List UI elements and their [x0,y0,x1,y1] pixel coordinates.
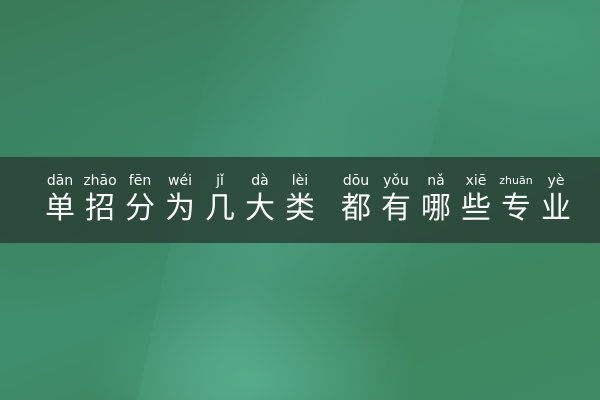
hanzi: 些 [461,191,491,226]
hanzi: 分 [125,191,155,226]
title-syllable: dōu 都 [336,173,376,227]
pinyin: jǐ [216,173,224,189]
hanzi: 有 [381,191,411,226]
title-banner: dān 单 zhāo 招 fēn 分 wéi 为 jǐ 几 dà 大 lèi 类… [0,157,600,243]
pinyin: lèi [291,173,309,189]
title-syllable: dān 单 [40,173,80,227]
title-syllable: jǐ 几 [200,173,240,227]
hanzi: 几 [205,191,235,226]
title-syllable: zhāo 招 [80,173,120,227]
pinyin: zhuān [499,174,533,187]
title-with-pinyin: dān 单 zhāo 招 fēn 分 wéi 为 jǐ 几 dà 大 lèi 类… [40,173,576,227]
hanzi: 为 [165,191,195,226]
title-syllable: xiē 些 [456,173,496,227]
title-syllable: nǎ 哪 [416,173,456,227]
pinyin: dān [46,173,74,189]
hanzi: 业 [541,191,571,226]
title-syllable: lèi 类 [280,173,320,227]
pinyin: nǎ [427,173,445,189]
pinyin: dà [251,173,269,189]
hanzi: 都 [341,191,371,226]
hanzi: 专 [501,191,531,226]
title-syllable: fēn 分 [120,173,160,227]
title-syllable: dà 大 [240,173,280,227]
title-syllable: zhuān 专 [496,173,536,227]
hanzi: 单 [45,191,75,226]
hanzi: 类 [285,191,315,226]
pinyin: xiē [465,173,487,189]
pinyin: wéi [168,173,192,189]
pinyin: yǒu [383,173,409,189]
title-syllable: yǒu 有 [376,173,416,227]
hanzi: 大 [245,191,275,226]
hanzi: 哪 [421,191,451,226]
pinyin: zhāo [83,173,117,189]
title-syllable: wéi 为 [160,173,200,227]
pinyin: yè [547,173,565,189]
pinyin: dōu [342,173,370,189]
hanzi: 招 [85,191,115,226]
pinyin: fēn [128,173,152,189]
title-syllable: yè 业 [536,173,576,227]
